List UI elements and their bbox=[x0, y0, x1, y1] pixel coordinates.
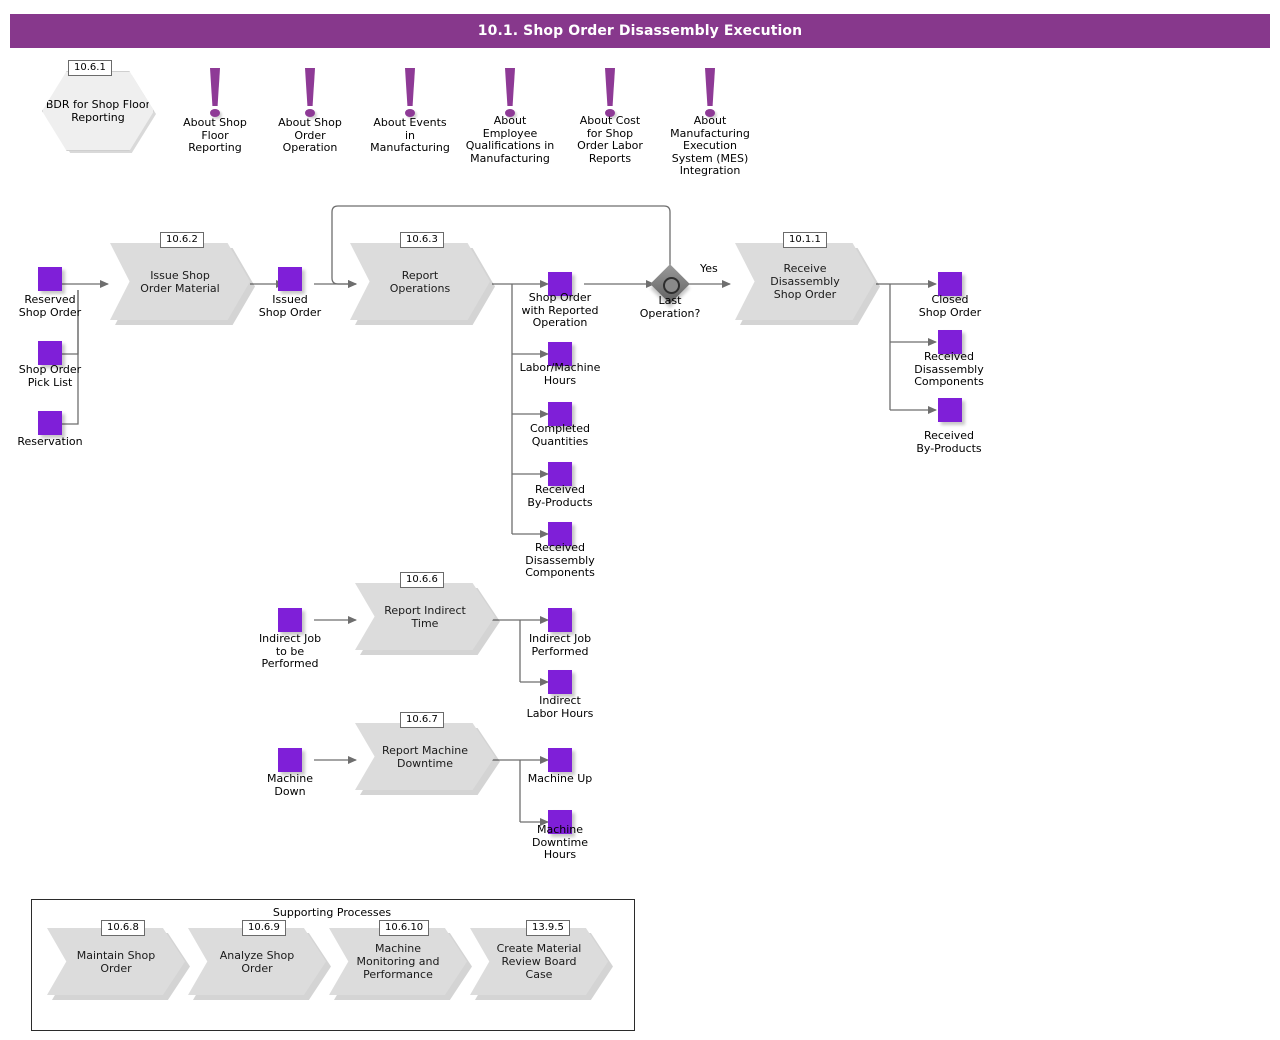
support-maintain-shop-order[interactable]: Maintain Shop Order bbox=[47, 928, 185, 995]
label-reserved-shop-order: Reserved Shop Order bbox=[18, 293, 82, 319]
process-report-machine-downtime-label: Report Machine Downtime bbox=[381, 743, 468, 770]
data-indirect-job-to-be-performed[interactable] bbox=[278, 608, 302, 632]
bdr-hexagon-label: BDR for Shop Floor Reporting bbox=[45, 98, 151, 124]
support-machine-monitoring-label: Machine Monitoring and Performance bbox=[356, 942, 440, 981]
info-label-employee-qualifications: About Employee Qualifications in Manufac… bbox=[465, 114, 555, 165]
process-issue-material-label: Issue Shop Order Material bbox=[140, 268, 220, 295]
data-reserved-shop-order[interactable] bbox=[38, 267, 62, 291]
info-label-events-in-manufacturing: About Events in Manufacturing bbox=[370, 116, 450, 155]
process-receive-disassembly-id: 10.1.1 bbox=[783, 232, 827, 248]
process-report-operations[interactable]: Report Operations bbox=[350, 243, 490, 320]
process-issue-material-id: 10.6.2 bbox=[160, 232, 204, 248]
exclamation-icon bbox=[605, 68, 615, 106]
support-create-mrb-case-id: 13.9.5 bbox=[526, 920, 570, 936]
support-maintain-shop-order-label: Maintain Shop Order bbox=[76, 948, 156, 975]
label-machine-down: Machine Down bbox=[266, 772, 314, 798]
info-label-shop-order-operation: About Shop Order Operation bbox=[278, 116, 342, 155]
support-maintain-shop-order-id: 10.6.8 bbox=[101, 920, 145, 936]
data-issued-shop-order[interactable] bbox=[278, 267, 302, 291]
data-indirect-job-performed[interactable] bbox=[548, 608, 572, 632]
label-received-disassembly-components-mid: Received Disassembly Components bbox=[525, 541, 595, 580]
exclamation-icon bbox=[505, 68, 515, 106]
process-report-operations-label: Report Operations bbox=[389, 268, 451, 295]
process-report-indirect-time-id: 10.6.6 bbox=[400, 572, 444, 588]
page-title-bar: 10.1. Shop Order Disassembly Execution bbox=[10, 14, 1270, 48]
label-indirect-job-to-be-performed: Indirect Job to be Performed bbox=[258, 632, 322, 671]
support-machine-monitoring-id: 10.6.10 bbox=[379, 920, 430, 936]
label-last-operation: Last Operation? bbox=[639, 294, 701, 320]
info-label-cost-for-shop-order-labor: About Cost for Shop Order Labor Reports bbox=[577, 114, 643, 165]
label-received-disassembly-components-right: Received Disassembly Components bbox=[914, 350, 984, 389]
edge-label-yes: Yes bbox=[700, 262, 718, 275]
support-machine-monitoring-and-performance[interactable]: Machine Monitoring and Performance bbox=[329, 928, 467, 995]
decision-ring-icon bbox=[663, 277, 680, 294]
data-shop-order-pick-list[interactable] bbox=[38, 341, 62, 365]
exclamation-icon bbox=[305, 68, 315, 106]
process-report-machine-downtime[interactable]: Report Machine Downtime bbox=[355, 723, 495, 790]
label-shop-order-pick-list: Shop Order Pick List bbox=[18, 363, 82, 389]
exclamation-icon bbox=[210, 68, 220, 106]
support-analyze-shop-order-id: 10.6.9 bbox=[242, 920, 286, 936]
label-reservation: Reservation bbox=[17, 435, 83, 448]
support-create-mrb-case-label: Create Material Review Board Case bbox=[496, 942, 582, 981]
support-create-material-review-board-case[interactable]: Create Material Review Board Case bbox=[470, 928, 608, 995]
support-analyze-shop-order-label: Analyze Shop Order bbox=[219, 948, 295, 975]
process-receive-disassembly-label: Receive Disassembly Shop Order bbox=[770, 262, 840, 301]
info-label-shop-floor-reporting: About Shop Floor Reporting bbox=[183, 116, 247, 155]
label-received-by-products-mid: Received By-Products bbox=[527, 483, 593, 509]
label-completed-quantities: Completed Quantities bbox=[530, 422, 590, 448]
process-receive-disassembly-shop-order[interactable]: Receive Disassembly Shop Order bbox=[735, 243, 875, 320]
process-issue-shop-order-material[interactable]: Issue Shop Order Material bbox=[110, 243, 250, 320]
data-machine-up[interactable] bbox=[548, 748, 572, 772]
exclamation-icon bbox=[705, 68, 715, 106]
supporting-processes-title: Supporting Processes bbox=[272, 906, 392, 919]
info-label-mes-integration: About Manufacturing Execution System (ME… bbox=[670, 114, 750, 178]
process-report-indirect-time[interactable]: Report Indirect Time bbox=[355, 583, 495, 650]
page-title: 10.1. Shop Order Disassembly Execution bbox=[477, 23, 803, 39]
process-report-operations-id: 10.6.3 bbox=[400, 232, 444, 248]
label-labor-machine-hours: Labor/Machine Hours bbox=[519, 361, 601, 387]
bdr-id-tag: 10.6.1 bbox=[68, 60, 112, 76]
data-reservation[interactable] bbox=[38, 411, 62, 435]
label-indirect-labor-hours: Indirect Labor Hours bbox=[526, 694, 594, 720]
support-analyze-shop-order[interactable]: Analyze Shop Order bbox=[188, 928, 326, 995]
label-machine-up: Machine Up bbox=[527, 772, 593, 785]
label-shop-order-with-reported-operation: Shop Order with Reported Operation bbox=[521, 291, 599, 330]
label-indirect-job-performed: Indirect Job Performed bbox=[528, 632, 592, 658]
label-machine-downtime-hours: Machine Downtime Hours bbox=[531, 823, 589, 862]
exclamation-icon bbox=[405, 68, 415, 106]
process-report-machine-downtime-id: 10.6.7 bbox=[400, 712, 444, 728]
process-report-indirect-time-label: Report Indirect Time bbox=[384, 603, 466, 630]
label-issued-shop-order: Issued Shop Order bbox=[258, 293, 322, 319]
data-received-by-products-right[interactable] bbox=[938, 398, 962, 422]
label-received-by-products-right: Received By-Products bbox=[916, 429, 982, 455]
data-machine-down[interactable] bbox=[278, 748, 302, 772]
label-closed-shop-order: Closed Shop Order bbox=[918, 293, 982, 319]
data-indirect-labor-hours[interactable] bbox=[548, 670, 572, 694]
